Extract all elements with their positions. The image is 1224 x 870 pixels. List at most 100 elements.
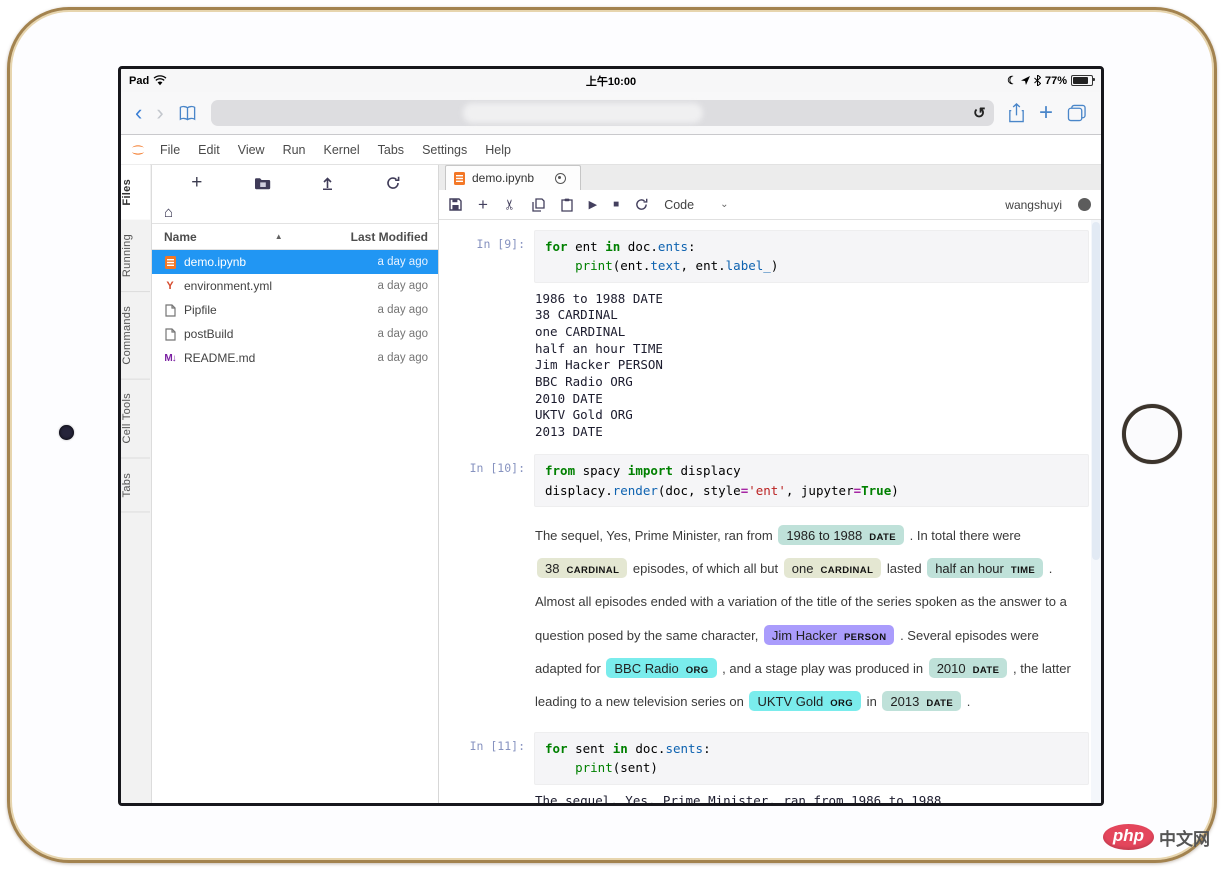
entity-label: CARDINAL <box>566 565 620 577</box>
entity-mark-date: 1986 to 1988 DATE <box>778 525 904 546</box>
new-folder-icon[interactable] <box>247 177 277 190</box>
reload-button[interactable]: ↻ <box>973 104 986 122</box>
breadcrumb: ⌂ <box>152 201 438 223</box>
code-cell-2[interactable]: In [10]: from spacy import displacy displa… <box>439 454 1089 718</box>
entity-label: DATE <box>926 697 954 709</box>
tab-demo-ipynb[interactable]: demo.ipynb <box>445 165 581 190</box>
menu-item-tabs[interactable]: Tabs <box>369 143 413 157</box>
file-modified: a day ago <box>377 304 428 316</box>
file-modified: a day ago <box>377 352 428 364</box>
stop-icon[interactable]: ■ <box>613 199 619 210</box>
menu-item-view[interactable]: View <box>229 143 274 157</box>
workspace: Files Running Commands Cell Tools Tabs + ⌂ <box>121 165 1101 803</box>
file-modified: a day ago <box>377 280 428 292</box>
cell-output: The sequel, Yes, Prime Minister, ran fro… <box>525 507 1089 718</box>
cell-input-row: In [10]: from spacy import displacy displa… <box>439 454 1089 508</box>
menu-item-kernel[interactable]: Kernel <box>315 143 369 157</box>
file-row-environment-yml[interactable]: Yenvironment.yml a day ago <box>152 274 438 298</box>
code-editor[interactable]: from spacy import displacy displacy.rende… <box>534 454 1089 508</box>
watermark-text: 中文网 <box>1159 829 1210 849</box>
notebook-cells: In [9]: for ent in doc.ents: print(ent.te… <box>439 220 1089 803</box>
kernel-status-icon[interactable] <box>1078 198 1091 211</box>
sidebar-tab-files[interactable]: Files <box>121 165 150 220</box>
wifi-icon <box>153 75 167 86</box>
notebook-scroll-area[interactable]: In [9]: for ent in doc.ents: print(ent.te… <box>439 220 1101 803</box>
sort-ascending-icon: ▲ <box>274 232 283 241</box>
file-name: environment.yml <box>184 279 273 293</box>
new-tab-plus-icon[interactable]: + <box>1039 99 1053 127</box>
entity-label: CARDINAL <box>820 565 874 577</box>
code-editor[interactable]: for ent in doc.ents: print(ent.text, ent… <box>534 230 1089 283</box>
file-name: demo.ipynb <box>184 255 247 269</box>
cell-type-select[interactable]: Code ⌄ <box>664 198 728 212</box>
sidebar-tab-cell-tools[interactable]: Cell Tools <box>121 379 150 459</box>
chevron-down-icon: ⌄ <box>720 199 729 210</box>
home-icon[interactable]: ⌂ <box>164 205 173 220</box>
forward-button[interactable]: › <box>156 102 163 124</box>
code-editor[interactable]: for sent in doc.sents: print(sent) <box>534 731 1089 785</box>
paste-icon[interactable] <box>561 198 573 212</box>
cell-input-row: In [9]: for ent in doc.ents: print(ent.te… <box>439 230 1089 283</box>
file-file-icon <box>162 327 178 341</box>
copy-icon[interactable] <box>532 197 545 212</box>
file-name: postBuild <box>184 327 234 341</box>
file-row-readme-md[interactable]: M↓ README.md a day ago <box>152 346 438 370</box>
safari-toolbar: ‹ › ↻ + <box>121 92 1101 135</box>
url-field[interactable]: ↻ <box>210 100 994 126</box>
entity-mark-org: UKTV Gold ORG <box>749 690 862 711</box>
moon-icon: ☾ <box>1007 75 1017 87</box>
menu-item-settings[interactable]: Settings <box>413 143 476 157</box>
tab-overview-icon[interactable] <box>1067 104 1087 122</box>
php-logo: php <box>1102 824 1154 850</box>
menu-item-file[interactable]: File <box>151 143 189 157</box>
battery-icon <box>1071 75 1095 86</box>
execution-count-label: In [10]: <box>469 461 525 476</box>
page: { "device": { "carrier": "Pad", "time": … <box>0 0 1224 870</box>
code-cell-1[interactable]: In [9]: for ent in doc.ents: print(ent.te… <box>439 230 1089 440</box>
bookmarks-book-icon[interactable] <box>178 105 197 122</box>
menu-item-run[interactable]: Run <box>274 143 315 157</box>
column-last-modified[interactable]: Last Modified <box>332 230 438 244</box>
file-row-pipfile[interactable]: Pipfile a day ago <box>152 298 438 322</box>
clock-label: 上午10:00 <box>585 75 637 88</box>
cut-icon[interactable]: ✂ <box>501 199 518 211</box>
output-text: The sequel, Yes, Prime Minister, ran fro… <box>535 792 949 803</box>
refresh-icon[interactable] <box>378 176 408 190</box>
code-line: print(sent) <box>575 760 658 776</box>
file-row-demo-ipynb[interactable]: demo.ipynb a day ago <box>152 250 438 274</box>
run-icon[interactable]: ▶ <box>589 198 597 211</box>
restart-kernel-icon[interactable] <box>635 198 648 211</box>
entity-label: DATE <box>972 664 1000 676</box>
save-icon[interactable] <box>449 198 462 211</box>
column-name[interactable]: Name ▲ <box>152 230 332 244</box>
file-row-postbuild[interactable]: postBuild a day ago <box>152 322 438 346</box>
upload-icon[interactable] <box>313 176 343 190</box>
back-button[interactable]: ‹ <box>135 102 142 124</box>
document-tabbar: demo.ipynb <box>439 165 1101 190</box>
insert-cell-icon[interactable]: + <box>478 195 488 215</box>
code-line: for ent in doc.ents: <box>545 239 696 254</box>
file-name: README.md <box>184 351 256 365</box>
entity-mark-cardinal: 38 CARDINAL <box>537 558 628 579</box>
file-browser-panel: + ⌂ Name ▲ Last Modified demo.ipynb a da… <box>152 165 439 803</box>
menu-item-edit[interactable]: Edit <box>189 143 229 157</box>
new-launcher-plus-icon[interactable]: + <box>182 172 212 194</box>
code-cell-3[interactable]: In [11]: for sent in doc.sents: print(sen… <box>439 731 1089 803</box>
close-tab-dirty-icon[interactable] <box>555 172 567 184</box>
home-button[interactable] <box>1122 404 1182 464</box>
execution-count-label: In [11]: <box>469 738 525 753</box>
cell-output: 1986 to 1988 DATE 38 CARDINAL one CARDINAL… <box>525 283 1089 441</box>
share-icon[interactable] <box>1008 103 1025 123</box>
sidebar-tab-tabs[interactable]: Tabs <box>121 458 150 513</box>
cell-output: The sequel, Yes, Prime Minister, ran fro… <box>525 785 1089 803</box>
left-sidebar-tabstrip: Files Running Commands Cell Tools Tabs <box>121 165 152 803</box>
scrollbar-thumb[interactable] <box>1092 222 1100 561</box>
sidebar-tab-commands[interactable]: Commands <box>121 291 150 380</box>
menu-item-help[interactable]: Help <box>476 143 520 157</box>
sidebar-tab-running[interactable]: Running <box>121 219 150 292</box>
notebook-scrollbar[interactable] <box>1091 220 1101 803</box>
file-modified: a day ago <box>377 256 428 268</box>
notebook-toolbar: + ✂ ▶ ■ Code ⌄ wangshuyi <box>439 190 1101 220</box>
entity-label: TIME <box>1010 565 1036 577</box>
markdown-file-icon: M↓ <box>164 352 176 364</box>
